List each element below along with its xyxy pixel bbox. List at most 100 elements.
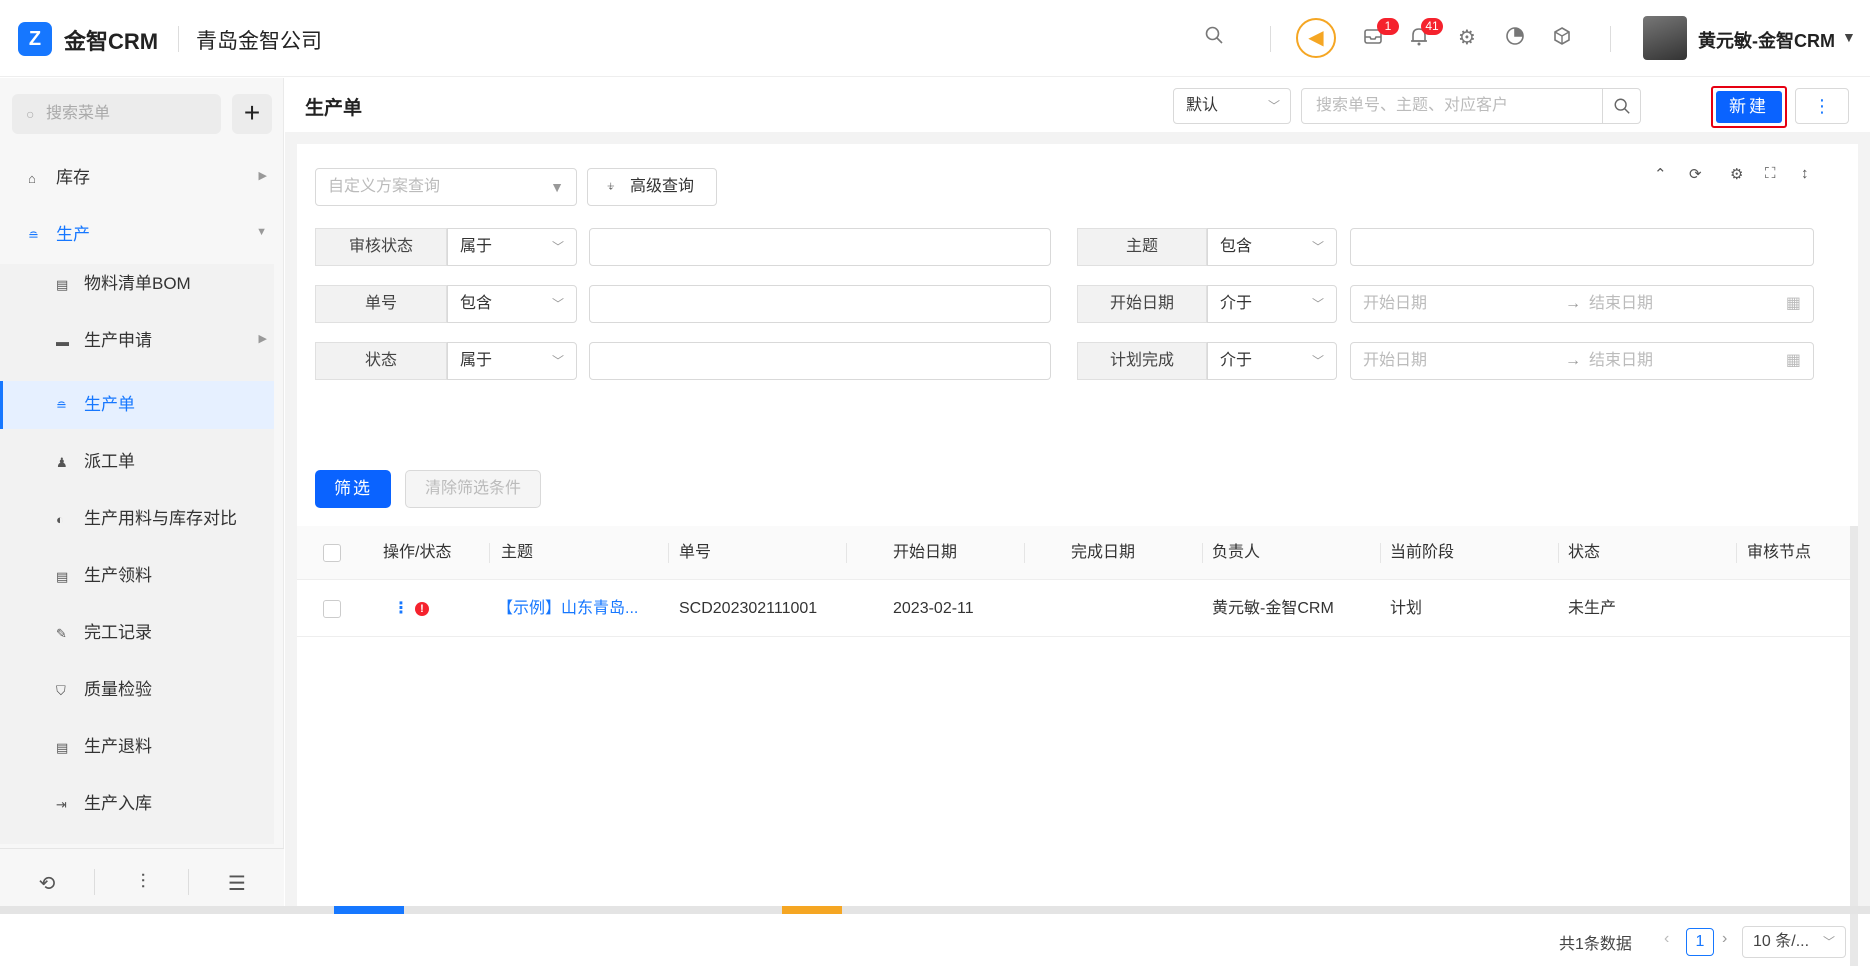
user-name[interactable]: 黄元敏-金智CRM [1698, 27, 1835, 53]
audit-status-operator[interactable]: 属于 ﹀ [447, 228, 577, 266]
row-height-icon[interactable]: ↕ [1801, 165, 1809, 182]
col-stage[interactable]: 当前阶段 [1390, 526, 1454, 580]
scheme-select[interactable]: 自定义方案查询 ▼ [315, 168, 577, 206]
col-done-date[interactable]: 完成日期 [1071, 526, 1135, 580]
sidebar-item-material-return[interactable]: ▤ 生产退料 [56, 724, 152, 770]
avatar[interactable] [1643, 16, 1687, 60]
announcement-speaker-icon[interactable]: ◀ [1296, 18, 1336, 58]
vertical-scrollbar[interactable] [1850, 526, 1858, 966]
subject-input[interactable] [1350, 228, 1814, 266]
sidebar-item-warehousing[interactable]: ⇥ 生产入库 [56, 781, 152, 827]
column-resizer[interactable] [846, 543, 847, 563]
start-date-range-picker[interactable]: 开始日期 → 结束日期 ▦ [1350, 285, 1814, 323]
chevron-down-icon[interactable]: ▼ [1842, 29, 1856, 45]
sidebar-item-inventory[interactable]: ⌂ 库存 [28, 155, 90, 201]
column-resizer[interactable] [1202, 543, 1203, 563]
fullscreen-icon[interactable]: ⛶ [1765, 165, 1776, 182]
plan-done-range-picker[interactable]: 开始日期 → 结束日期 ▦ [1350, 342, 1814, 380]
divider [94, 869, 95, 895]
row-subject-link[interactable]: 【示例】山东青岛... [497, 581, 638, 637]
table-row[interactable]: ⋮ ! 【示例】山东青岛... SCD202302111001 2023-02-… [297, 581, 1858, 637]
prev-page-icon[interactable]: ‹ [1664, 930, 1669, 948]
row-more-icon[interactable]: ⋮ [393, 581, 409, 637]
divider [1610, 26, 1611, 52]
select-all-checkbox[interactable] [323, 544, 341, 562]
start-date-operator[interactable]: 介于 ﹀ [1207, 285, 1337, 323]
col-owner[interactable]: 负责人 [1212, 526, 1260, 580]
pie-chart-icon[interactable] [1502, 25, 1528, 51]
sidebar-item-material-picking[interactable]: ▤ 生产领料 [56, 553, 152, 599]
plan-done-operator[interactable]: 介于 ﹀ [1207, 342, 1337, 380]
scroll-thumb[interactable] [334, 906, 404, 914]
filter-button[interactable]: 筛选 [315, 470, 391, 508]
menu-search-input[interactable]: ○ 搜索菜单 [12, 94, 221, 134]
col-subject[interactable]: 主题 [501, 526, 533, 580]
scroll-thumb-accent[interactable] [782, 906, 842, 914]
col-start-date[interactable]: 开始日期 [893, 526, 957, 580]
history-icon[interactable]: ⟲ [32, 871, 62, 896]
next-page-icon[interactable]: › [1722, 930, 1727, 948]
add-menu-button[interactable]: + [232, 94, 272, 134]
divider [178, 26, 179, 52]
row-checkbox[interactable] [323, 600, 341, 618]
sidebar-item-completion-record[interactable]: ✎ 完工记录 [56, 610, 152, 656]
sidebar-item-production[interactable]: ≘ 生产 [28, 212, 90, 258]
new-button[interactable]: 新建 [1716, 91, 1782, 123]
settings-sliders-icon[interactable]: ⫶ [128, 871, 158, 894]
search-icon[interactable] [1201, 25, 1227, 51]
sidebar-item-material-compare[interactable]: ◐ 生产用料与库存对比 [56, 496, 237, 542]
sidebar-item-quality-check[interactable]: ⛉ 质量检验 [56, 667, 152, 713]
chevron-down-icon: ﹀ [551, 354, 564, 368]
status-input[interactable] [589, 342, 1051, 380]
view-select[interactable]: 默认 ﹀ [1173, 88, 1291, 124]
more-options-icon[interactable]: ⋮ [1795, 88, 1849, 124]
sidebar-item-production-request[interactable]: ▬ 生产申请 [56, 318, 152, 364]
company-name[interactable]: 青岛金智公司 [196, 25, 322, 55]
app-logo[interactable]: Z [18, 22, 52, 56]
gear-icon[interactable]: ⚙ [1454, 25, 1480, 51]
audit-status-input[interactable] [589, 228, 1051, 266]
collapse-menu-icon[interactable]: ☰ [222, 871, 252, 896]
operator-value: 介于 [1220, 352, 1253, 369]
column-resizer[interactable] [1558, 543, 1559, 563]
chevron-down-icon: ﹀ [1311, 240, 1324, 254]
sidebar-item-dispatch[interactable]: ♟ 派工单 [56, 439, 135, 485]
row-number: SCD202302111001 [679, 600, 818, 617]
warehouse-icon: ⌂ [28, 171, 36, 186]
alert-icon[interactable]: ! [415, 602, 429, 616]
folder-icon: ▬ [56, 334, 69, 349]
search-icon[interactable] [1602, 89, 1640, 123]
row-status: 未生产 [1568, 600, 1617, 617]
collapse-up-icon[interactable]: ⌃ [1654, 165, 1667, 183]
column-resizer[interactable] [1024, 543, 1025, 563]
status-operator[interactable]: 属于 ﹀ [447, 342, 577, 380]
advanced-query-label: 高级查询 [630, 178, 695, 195]
col-number[interactable]: 单号 [679, 526, 711, 580]
operator-value: 包含 [460, 295, 493, 312]
filter-label-status: 状态 [315, 342, 447, 380]
brand-name[interactable]: 金智CRM [64, 24, 158, 56]
col-status[interactable]: 状态 [1568, 526, 1600, 580]
search-input[interactable]: 搜索单号、主题、对应客户 [1301, 88, 1641, 124]
calendar-icon: ▦ [1785, 295, 1801, 312]
column-resizer[interactable] [489, 543, 490, 563]
cube-icon[interactable] [1549, 25, 1575, 51]
search-placeholder: 搜索单号、主题、对应客户 [1316, 97, 1509, 114]
page-size-select[interactable]: 10 条/... ﹀ [1742, 926, 1846, 958]
sidebar-item-production-order[interactable]: ≘ 生产单 [56, 382, 135, 428]
number-operator[interactable]: 包含 ﹀ [447, 285, 577, 323]
column-resizer[interactable] [1380, 543, 1381, 563]
chevron-down-icon: ﹀ [1267, 99, 1280, 113]
column-resizer[interactable] [668, 543, 669, 563]
sidebar-item-bom[interactable]: ▤ 物料清单BOM [56, 261, 191, 307]
page-number[interactable]: 1 [1686, 928, 1714, 956]
advanced-query-button[interactable]: ⍖ 高级查询 [587, 168, 717, 206]
column-resizer[interactable] [1736, 543, 1737, 563]
horizontal-scrollbar[interactable] [0, 906, 1870, 914]
number-input[interactable] [589, 285, 1051, 323]
subject-operator[interactable]: 包含 ﹀ [1207, 228, 1337, 266]
refresh-icon[interactable]: ⟳ [1689, 165, 1702, 183]
gear-icon[interactable]: ⚙ [1730, 165, 1743, 183]
clear-filter-button[interactable]: 清除筛选条件 [405, 470, 541, 508]
col-audit-node[interactable]: 审核节点 [1747, 526, 1811, 580]
